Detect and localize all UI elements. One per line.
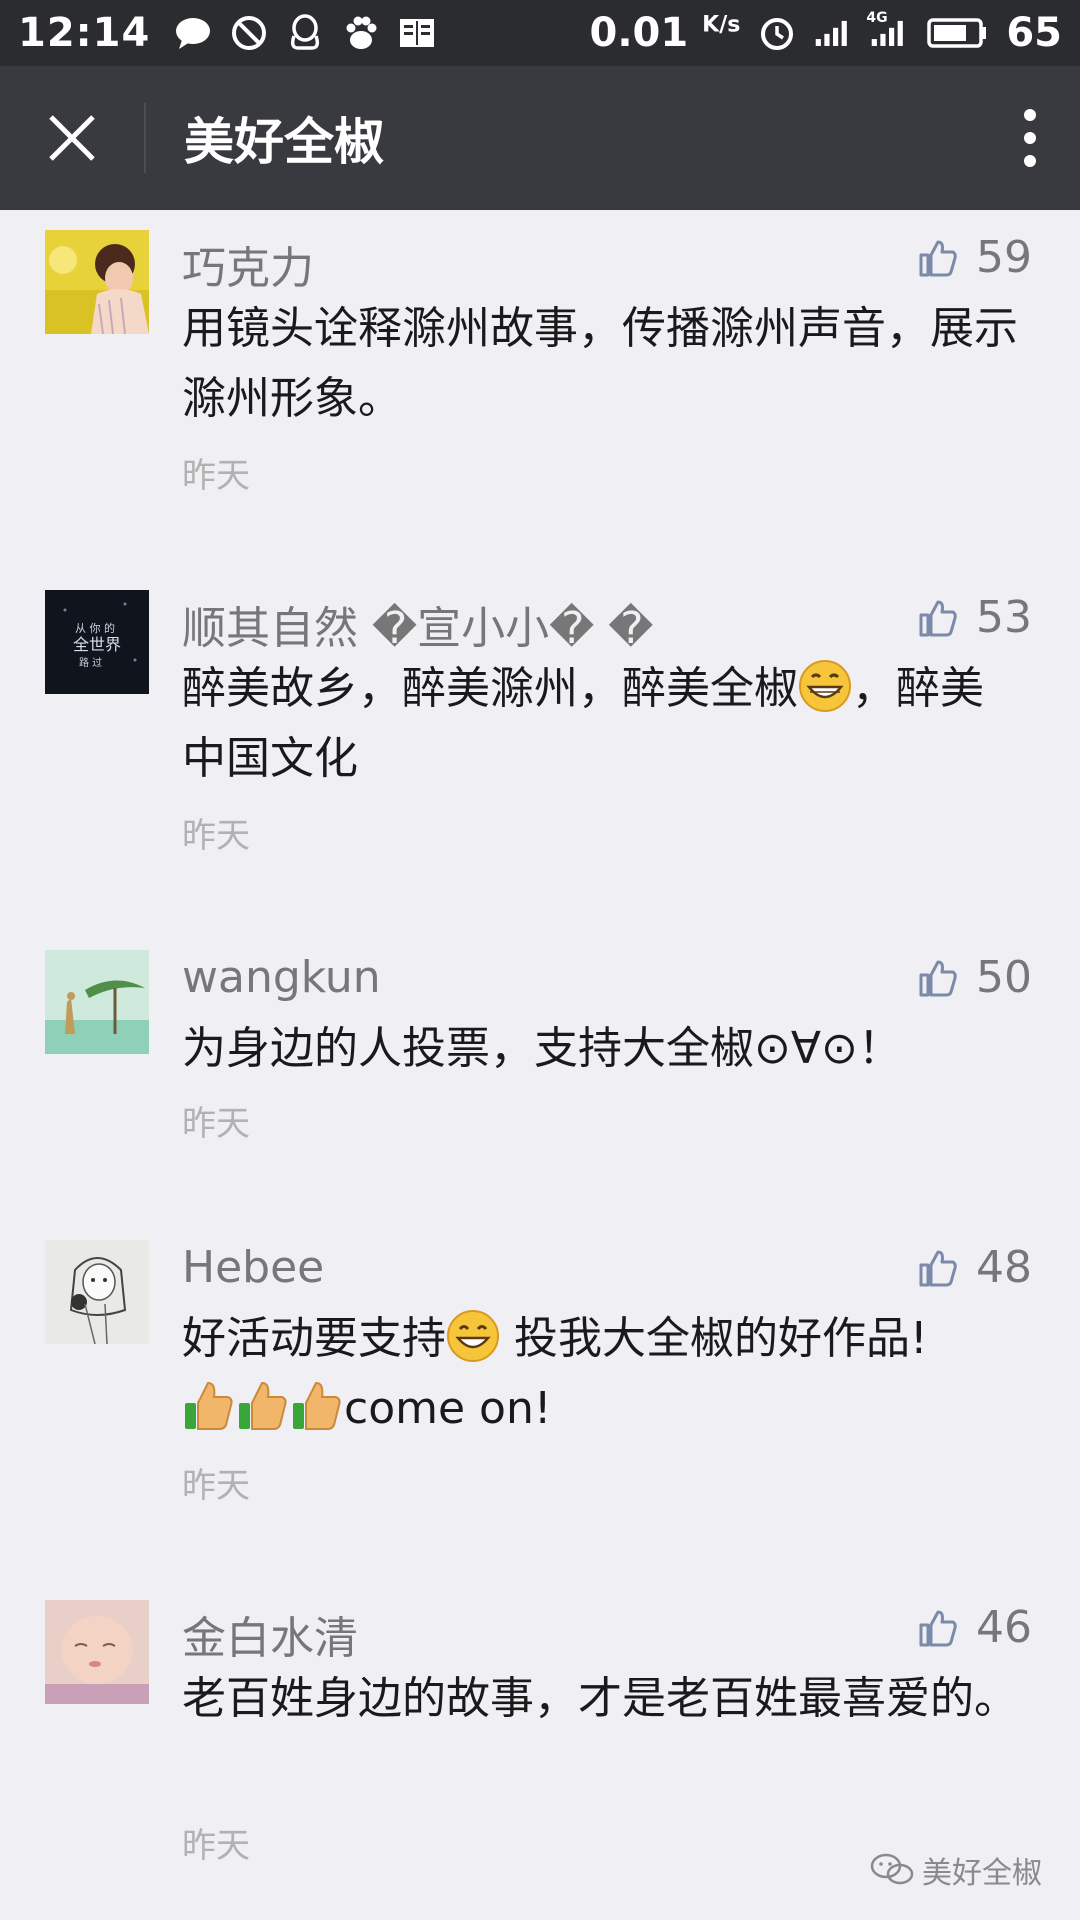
comment-text: 醉美故乡，醉美滁州，醉美全椒 ，醉美中国文化	[182, 654, 1022, 794]
thumbs-up-emoji-icon	[290, 1379, 344, 1433]
wechat-logo-icon	[870, 1853, 914, 1885]
comment-item: 巧克力 59 用镜头诠释滁州故事，传播滁州声音，展示滁州形象。 昨天	[0, 210, 1080, 570]
reader-book-icon	[398, 14, 436, 52]
comment-list: 巧克力 59 用镜头诠释滁州故事，传播滁州声音，展示滁州形象。 昨天 从 你 的…	[0, 210, 1080, 1910]
comment-time: 昨天	[182, 1466, 250, 1506]
comment-time: 昨天	[182, 816, 250, 856]
comment-item: wangkun 50 为身边的人投票，支持大全椒⊙∀⊙！ 昨天	[0, 930, 1080, 1220]
system-icons: 0.01 K/s 4G 65	[590, 10, 1063, 56]
status-time: 12:14	[18, 10, 151, 56]
commenter-name: 巧克力	[182, 243, 314, 294]
page-title: 美好全椒	[184, 113, 384, 171]
network-speed: 0.01 K/s	[589, 10, 741, 56]
comment-time: 昨天	[182, 1826, 250, 1866]
comment-text: 老百姓身边的故事，才是老百姓最喜爱的。	[182, 1673, 1018, 1724]
comment-item: 从 你 的 全世界 路 过 顺其自然 �宣小小� � 53 醉美故乡，醉美滁州，…	[0, 570, 1080, 930]
comment-text: 为身边的人投票，支持大全椒⊙∀⊙！	[182, 1023, 902, 1074]
like-button[interactable]: 53	[918, 592, 1032, 643]
comment-text: 好活动要支持 投我大全椒的好作品! come on!	[182, 1304, 1022, 1444]
thumbs-up-icon	[919, 1610, 957, 1646]
commenter-name: wangkun	[182, 952, 381, 1003]
comment-text-part: 醉美故乡，醉美滁州，醉美全椒	[182, 663, 798, 714]
baidu-paw-icon	[342, 14, 380, 52]
thumbs-up-icon	[919, 600, 957, 636]
more-vertical-icon	[1024, 109, 1036, 167]
signal-4g-icon: 4G	[866, 10, 908, 52]
status-bar: 12:14 0.01 K/s 4G 65	[0, 0, 1080, 66]
alarm-clock-icon	[758, 14, 796, 52]
signal-bars-icon	[814, 14, 852, 52]
comment-item: Hebee 48 好活动要支持 投我大全椒的好作品! come on! 昨天	[0, 1220, 1080, 1580]
qq-penguin-icon	[286, 14, 324, 52]
avatar-text-line-1: 从 你 的	[75, 621, 115, 635]
avatar[interactable]	[45, 950, 149, 1054]
like-count: 50	[976, 952, 1032, 1003]
do-not-disturb-icon	[230, 14, 268, 52]
avatar[interactable]	[45, 230, 149, 334]
close-icon	[49, 115, 95, 161]
network-type-label: 4G	[866, 10, 888, 26]
commenter-name: Hebee	[182, 1242, 325, 1293]
thumbs-up-icon	[919, 1250, 957, 1286]
chat-bubble-icon	[174, 14, 212, 52]
thumbs-up-emoji-icon	[236, 1379, 290, 1433]
watermark-text: 美好全椒	[922, 1856, 1042, 1891]
thumbs-up-icon	[919, 240, 957, 276]
title-bar: 美好全椒	[0, 66, 1080, 210]
notification-icons	[174, 14, 436, 52]
avatar[interactable]: 从 你 的 全世界 路 过	[45, 590, 149, 694]
nav-divider	[144, 103, 146, 173]
like-button[interactable]: 59	[918, 232, 1032, 283]
avatar-text-line-2: 全世界	[73, 635, 121, 654]
commenter-name: 金白水清	[182, 1613, 358, 1664]
battery-level: 65	[1006, 10, 1062, 56]
watermark: 美好全椒	[870, 1848, 1042, 1892]
battery-icon	[926, 14, 988, 52]
like-button[interactable]: 46	[918, 1602, 1032, 1653]
avatar[interactable]	[45, 1240, 149, 1344]
comment-text: 用镜头诠释滁州故事，传播滁州声音，展示滁州形象。	[182, 303, 1018, 424]
like-count: 59	[976, 232, 1032, 283]
comment-text-part: 好活动要支持	[182, 1313, 446, 1364]
comment-time: 昨天	[182, 1104, 250, 1144]
close-button[interactable]	[0, 66, 144, 210]
avatar-text-line-3: 路 过	[79, 656, 102, 669]
thumbs-up-icon	[919, 960, 957, 996]
like-count: 48	[976, 1242, 1032, 1293]
comment-time: 昨天	[182, 456, 250, 496]
more-menu-button[interactable]	[980, 66, 1080, 210]
like-count: 53	[976, 592, 1032, 643]
avatar[interactable]	[45, 1600, 149, 1704]
like-button[interactable]: 48	[918, 1242, 1032, 1293]
grin-emoji-icon	[798, 659, 852, 713]
comment-text-part: 投我大全椒的好作品!	[500, 1313, 928, 1364]
like-button[interactable]: 50	[918, 952, 1032, 1003]
smile-emoji-icon	[446, 1309, 500, 1363]
comment-text-part: come on!	[344, 1383, 552, 1434]
thumbs-up-emoji-icon	[182, 1379, 236, 1433]
like-count: 46	[976, 1602, 1032, 1653]
commenter-name: 顺其自然 �宣小小� �	[182, 603, 654, 654]
